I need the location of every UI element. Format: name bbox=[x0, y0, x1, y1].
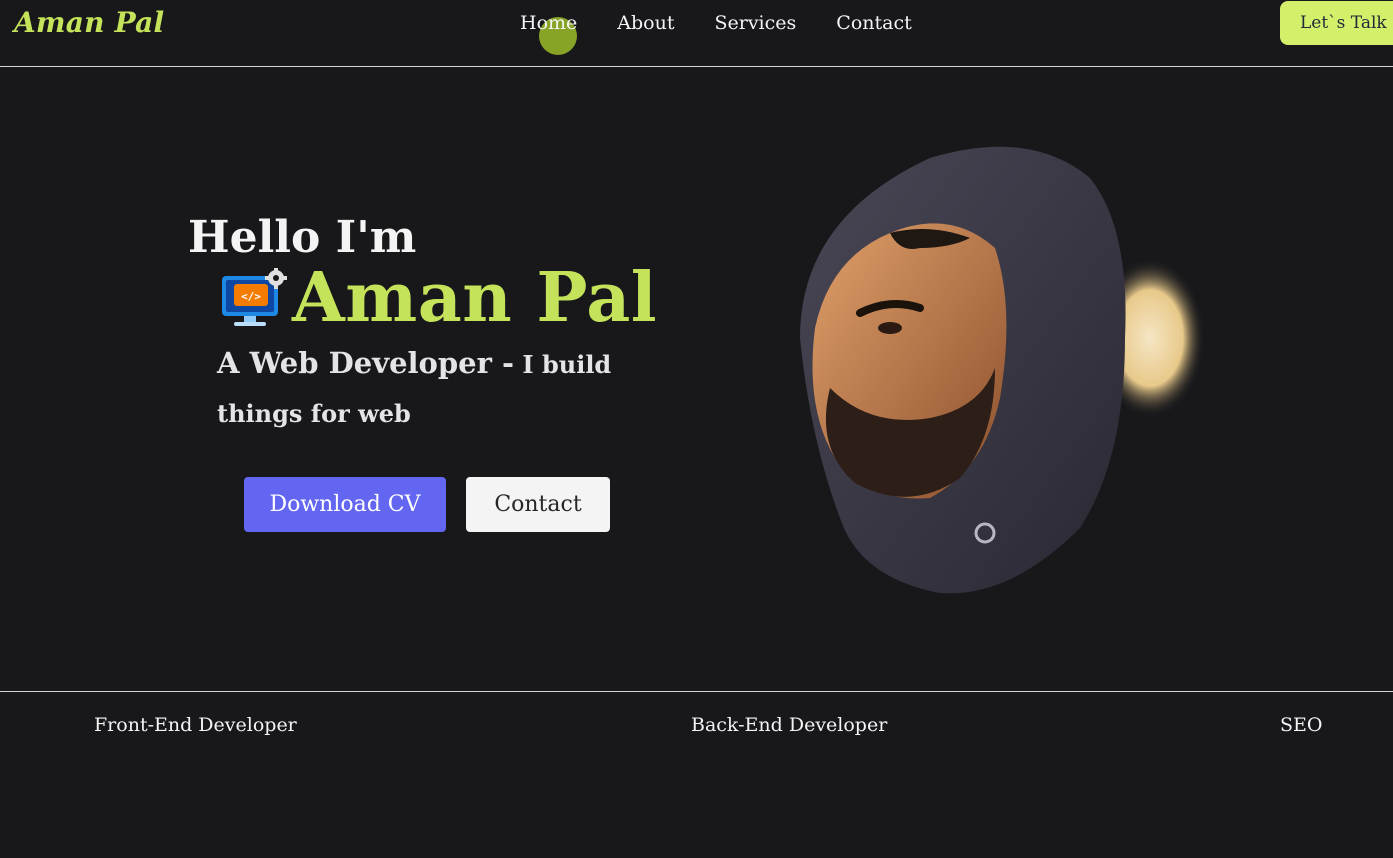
nav-services[interactable]: Services bbox=[714, 12, 796, 34]
portrait-image bbox=[800, 146, 1205, 594]
section-divider bbox=[0, 691, 1393, 692]
hero-greeting: Hello I'm bbox=[188, 212, 417, 263]
main-nav: Home About Services Contact bbox=[520, 12, 912, 34]
skill-seo: SEO bbox=[1280, 714, 1323, 736]
site-header: Aman Pal Home About Services Contact Let… bbox=[0, 0, 1393, 67]
contact-button[interactable]: Contact bbox=[466, 477, 610, 532]
skill-frontend: Front-End Developer bbox=[94, 714, 297, 736]
hero-name: Aman Pal bbox=[292, 258, 658, 338]
nav-about[interactable]: About bbox=[617, 12, 674, 34]
code-tag-icon-text: </> bbox=[241, 290, 261, 303]
nav-home[interactable]: Home bbox=[520, 12, 577, 34]
nav-contact[interactable]: Contact bbox=[836, 12, 911, 34]
developer-monitor-icon: </> bbox=[222, 268, 287, 326]
brand-logo[interactable]: Aman Pal bbox=[14, 6, 164, 39]
lets-talk-button[interactable]: Let`s Talk bbox=[1280, 1, 1393, 45]
download-cv-button[interactable]: Download CV bbox=[244, 477, 446, 532]
skill-backend: Back-End Developer bbox=[691, 714, 888, 736]
hero-tagline: A Web Developer - I build things for web bbox=[217, 340, 677, 440]
page: Aman Pal Home About Services Contact Let… bbox=[0, 0, 1393, 858]
tagline-role: A Web Developer - bbox=[217, 346, 515, 380]
